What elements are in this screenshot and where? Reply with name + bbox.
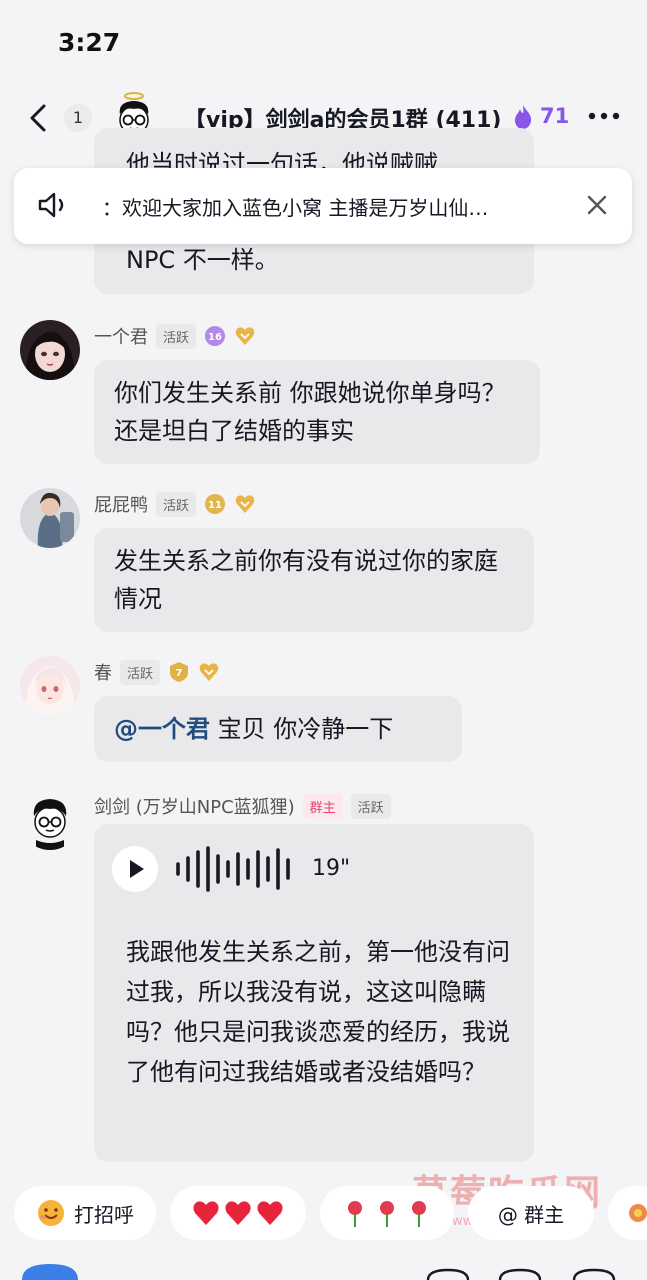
- flame-icon: [515, 105, 532, 129]
- sender-name[interactable]: 春: [94, 659, 112, 685]
- status-bar: 3:27: [0, 0, 647, 88]
- voice-duration: 19": [312, 856, 351, 881]
- image-button-icon[interactable]: [498, 1268, 542, 1280]
- message-bubble[interactable]: @一个君 宝贝 你冷静一下: [94, 696, 462, 762]
- message-text: 宝贝 你冷静一下: [210, 715, 394, 743]
- more-options-button[interactable]: [584, 104, 624, 128]
- quick-reply-bar: 打招呼 @ 群主: [0, 1186, 647, 1242]
- sender-name[interactable]: 剑剑 (万岁山NPC蓝狐狸): [94, 793, 295, 819]
- play-icon: [130, 860, 144, 878]
- smile-emoji-icon: [38, 1200, 64, 1226]
- svg-text:7: 7: [176, 668, 183, 679]
- group-heat-count: 71: [540, 104, 570, 128]
- quick-reply-more[interactable]: [608, 1186, 647, 1240]
- sender-row: 春 活跃 7: [94, 658, 220, 686]
- chat-message: 屁屁鸭 活跃 11 发生关系之前你有没有说过你的家庭情况: [0, 488, 647, 638]
- back-button[interactable]: [24, 100, 56, 136]
- sender-row: 一个君 活跃 16: [94, 322, 256, 350]
- avatar[interactable]: [20, 656, 80, 716]
- message-bubble[interactable]: 发生关系之前你有没有说过你的家庭情况: [94, 528, 534, 632]
- quick-reply-mention-owner[interactable]: @ 群主: [468, 1186, 594, 1240]
- flower-emoji-icon: [629, 1204, 647, 1222]
- level-badge-icon: 16: [205, 326, 226, 346]
- speaker-icon: [38, 192, 64, 218]
- status-time: 3:27: [58, 28, 121, 57]
- voice-transcript: 我跟他发生关系之前，第一他没有问过我，所以我没有说，这这叫隐瞒吗？他只是问我谈恋…: [126, 938, 510, 1086]
- level-badge-icon: 7: [170, 662, 189, 682]
- owner-tag: 群主: [302, 793, 343, 819]
- message-bubble[interactable]: 你们发生关系前 你跟她说你单身吗？还是坦白了结婚的事实: [94, 360, 540, 464]
- chat-message: 剑剑 (万岁山NPC蓝狐狸) 群主 活跃 19" 我跟他发生关系之前，第一他没有…: [0, 790, 647, 1170]
- level-badge-icon: 11: [205, 494, 226, 514]
- fan-heart-badge-icon: [235, 495, 255, 513]
- announcement-text: ：欢迎大家加入蓝色小窝 主播是万岁山仙…: [102, 196, 489, 220]
- sender-name[interactable]: 一个君: [94, 323, 148, 349]
- fan-heart-badge-icon: [199, 663, 219, 681]
- sender-row: 屁屁鸭 活跃 11: [94, 490, 256, 518]
- voice-waveform-icon: [176, 846, 290, 892]
- play-button[interactable]: [112, 846, 158, 892]
- more-dots-icon: [588, 112, 620, 120]
- active-tag: 活跃: [120, 659, 161, 685]
- quick-reply-label: @ 群主: [497, 1202, 565, 1227]
- quick-reply-roses[interactable]: [320, 1186, 454, 1240]
- active-tag: 活跃: [350, 793, 391, 819]
- avatar[interactable]: [20, 488, 80, 548]
- active-tag: 活跃: [156, 323, 197, 349]
- svg-text:16: 16: [208, 332, 222, 343]
- avatar[interactable]: [20, 790, 80, 850]
- chat-message: 一个君 活跃 16 你们发生关系前 你跟她说你单身吗？还是坦白了结婚的事实: [0, 320, 647, 470]
- close-icon: [587, 195, 607, 215]
- svg-text:11: 11: [208, 500, 222, 511]
- active-tag: 活跃: [156, 491, 197, 517]
- sender-row: 剑剑 (万岁山NPC蓝狐狸) 群主 活跃: [94, 792, 391, 820]
- mention-link[interactable]: @一个君: [114, 715, 210, 743]
- announcement-banner[interactable]: ：欢迎大家加入蓝色小窝 主播是万岁山仙…: [14, 168, 632, 244]
- three-hearts-icon: [193, 1201, 283, 1225]
- plus-button-icon[interactable]: [572, 1268, 616, 1280]
- input-bar: [0, 1258, 647, 1280]
- three-roses-icon: [348, 1201, 426, 1227]
- voice-message-bubble[interactable]: 19" 我跟他发生关系之前，第一他没有问过我，所以我没有说，这这叫隐瞒吗？他只是…: [94, 824, 534, 1162]
- voice-input-icon[interactable]: [22, 1264, 78, 1280]
- announcement-close-button[interactable]: [582, 190, 612, 220]
- avatar[interactable]: [20, 320, 80, 380]
- fan-heart-badge-icon: [235, 327, 255, 345]
- previous-message-last-line: NPC 不一样。: [126, 246, 279, 274]
- unread-count-badge[interactable]: 1: [64, 104, 92, 132]
- quick-reply-greet[interactable]: 打招呼: [14, 1186, 156, 1240]
- sender-name[interactable]: 屁屁鸭: [94, 491, 148, 517]
- emoji-button-icon[interactable]: [426, 1268, 470, 1280]
- chat-message: 春 活跃 7 @一个君 宝贝 你冷静一下: [0, 656, 647, 766]
- quick-reply-hearts[interactable]: [170, 1186, 306, 1240]
- chevron-left-icon: [30, 104, 46, 132]
- quick-reply-label: 打招呼: [74, 1202, 134, 1227]
